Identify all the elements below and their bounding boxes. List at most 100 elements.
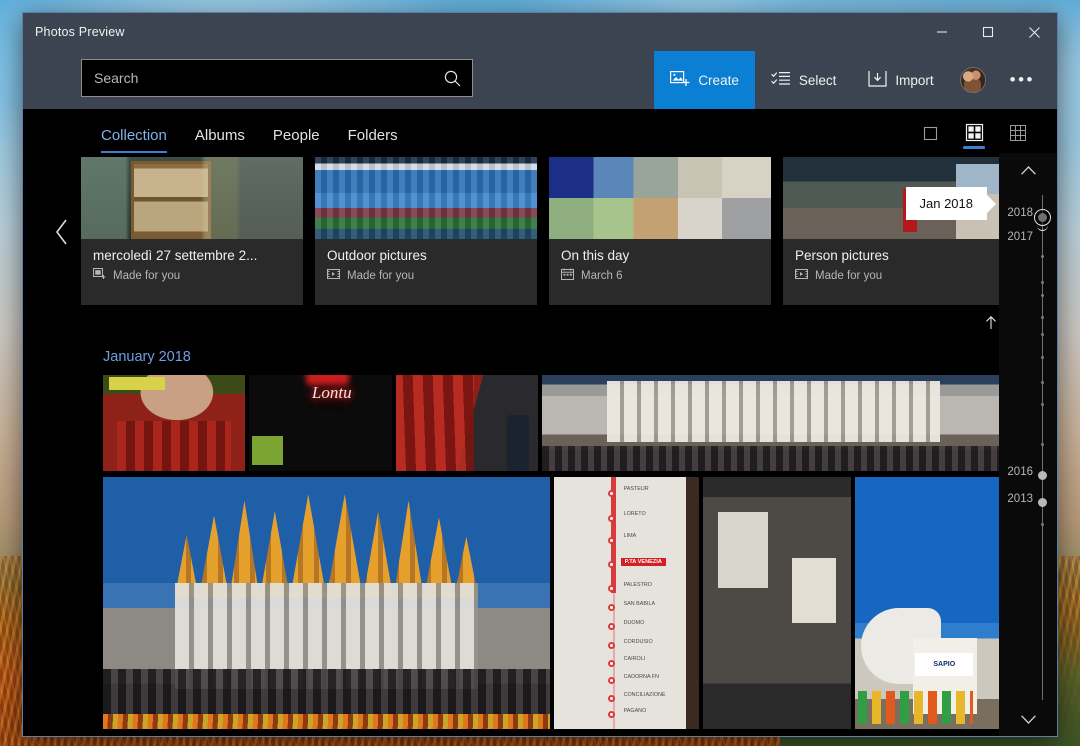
timeline-tick — [1041, 294, 1044, 297]
chevron-up-icon — [984, 315, 998, 333]
memory-thumbnail — [549, 157, 771, 239]
memory-meta: On this day March 6 — [549, 239, 771, 283]
timeline-tick — [1041, 523, 1044, 526]
small-grid-view-toggle[interactable] — [1003, 124, 1033, 149]
crowd — [103, 668, 550, 714]
memory-title: On this day — [561, 248, 630, 263]
single-view-toggle[interactable] — [915, 125, 945, 149]
timeline-tick — [1041, 333, 1044, 336]
timeline-tick — [1041, 281, 1044, 284]
photo-thumbnail[interactable] — [103, 477, 550, 729]
memory-card[interactable]: Outdoor pictures Made for you — [315, 157, 537, 305]
memory-card[interactable]: mercoledì 27 settembre 2... Made for you — [81, 157, 303, 305]
timeline-year-label: 2017 — [1007, 231, 1033, 243]
photo-thumbnail[interactable] — [103, 375, 245, 471]
metro-station-label: SAN BABILA — [623, 600, 656, 607]
photo-thumbnail[interactable]: PASTEUR LORETO LIMA P.TA VENEZIA PALESTR… — [554, 477, 699, 729]
import-icon — [868, 70, 887, 91]
calendar-icon — [561, 268, 574, 283]
metro-station-label: CADORNA FN — [623, 674, 659, 681]
photo-edge — [685, 477, 699, 729]
metro-station-highlight: P.TA VENEZIA — [620, 557, 666, 566]
memory-card[interactable]: On this day March 6 — [549, 157, 771, 305]
search-box[interactable] — [81, 59, 473, 97]
video-icon — [327, 268, 340, 283]
memory-cards: mercoledì 27 settembre 2... Made for you… — [81, 157, 1005, 305]
timeline-track[interactable]: 2018 2017 2016 2013 — [999, 181, 1057, 708]
timeline-line — [1042, 195, 1043, 700]
timeline-tick — [1041, 255, 1044, 258]
timeline-tick — [1041, 403, 1044, 406]
create-icon — [670, 70, 690, 91]
memory-meta: Outdoor pictures Made for you — [315, 239, 537, 283]
more-options-button[interactable]: ••• — [996, 51, 1049, 109]
medium-grid-view-toggle[interactable] — [959, 123, 989, 149]
memory-subtitle: Made for you — [815, 269, 883, 282]
minimize-button[interactable] — [919, 13, 965, 51]
timeline-scrollbar[interactable]: 2018 2017 2016 2013 — [999, 153, 1057, 736]
photo-grid: PASTEUR LORETO LIMA P.TA VENEZIA PALESTR… — [103, 375, 1025, 735]
tab-people[interactable]: People — [273, 127, 320, 153]
search-icon[interactable] — [432, 69, 472, 88]
account-avatar[interactable] — [959, 67, 986, 93]
nav-tabs: Collection Albums People Folders — [101, 127, 398, 153]
timeline-year-label: 2013 — [1007, 493, 1033, 505]
tab-collection[interactable]: Collection — [101, 127, 167, 153]
timeline-tick — [1041, 381, 1044, 384]
memory-meta: Person pictures Made for you — [783, 239, 1005, 283]
memory-thumbnail — [315, 157, 537, 239]
scroll-down-button[interactable] — [1020, 708, 1037, 730]
memory-thumbnail — [81, 157, 303, 239]
select-label: Select — [798, 72, 837, 88]
flower-bed — [103, 713, 550, 729]
timeline-thumb[interactable] — [1034, 209, 1051, 231]
photo-thumbnail[interactable] — [542, 375, 1005, 471]
maximize-button[interactable] — [965, 13, 1011, 51]
memory-card[interactable]: Person pictures Made for you — [783, 157, 1005, 305]
tab-albums[interactable]: Albums — [195, 127, 245, 153]
metro-station-label: LIMA — [623, 533, 637, 540]
photo-thumbnail[interactable] — [703, 477, 851, 729]
metro-station-label: PAGANO — [623, 708, 647, 715]
photo-thumbnail[interactable]: SAPIO — [855, 477, 999, 729]
metro-station-label: CONCILIAZIONE — [623, 691, 666, 698]
photo-thumbnail[interactable] — [396, 375, 538, 471]
metro-station-label: PASTEUR — [623, 485, 649, 492]
command-bar: Create Select — [23, 51, 1057, 109]
memory-subtitle: Made for you — [113, 269, 181, 282]
memory-subtitle-row: Made for you — [93, 268, 291, 283]
search-input[interactable] — [82, 70, 432, 86]
scroll-up-button[interactable] — [1020, 159, 1037, 181]
neon-sign-glow — [251, 436, 284, 466]
metro-station-label: CAIROLI — [623, 656, 646, 663]
month-header[interactable]: January 2018 — [103, 349, 191, 365]
tab-folders[interactable]: Folders — [348, 127, 398, 153]
memory-subtitle-row: March 6 — [561, 268, 759, 283]
select-button[interactable]: Select — [755, 51, 853, 109]
photos-app-window: Photos Preview Search Create Select Impo… — [22, 12, 1058, 737]
photo-thumbnail[interactable] — [249, 375, 392, 471]
photo-row — [103, 375, 1025, 471]
metro-station-label: DUOMO — [623, 619, 645, 626]
timeline-tick — [1038, 498, 1047, 507]
timeline-year-label: 2016 — [1007, 466, 1033, 478]
timeline-tick — [1041, 356, 1044, 359]
app-title: Photos Preview — [35, 25, 125, 39]
content-area: mercoledì 27 settembre 2... Made for you… — [23, 153, 1057, 736]
video-icon — [795, 268, 808, 283]
title-bar: Photos Preview — [23, 13, 1057, 51]
memories-strip: mercoledì 27 settembre 2... Made for you… — [23, 153, 1035, 313]
command-actions: Create Select Import ••• — [654, 51, 1049, 109]
create-button[interactable]: Create — [654, 51, 755, 109]
view-toggle-group — [915, 123, 1033, 149]
memory-subtitle: March 6 — [581, 269, 623, 282]
memories-prev-arrow[interactable] — [45, 209, 79, 255]
desktop-background: Photos Preview Search Create Select Impo… — [0, 0, 1080, 746]
import-button[interactable]: Import — [852, 51, 949, 109]
photo-row: PASTEUR LORETO LIMA P.TA VENEZIA PALESTR… — [103, 477, 1025, 729]
close-button[interactable] — [1011, 13, 1057, 51]
scroll-date-tooltip: Jan 2018 — [905, 187, 987, 220]
metro-station-label: PALESTRO — [623, 581, 652, 588]
create-label: Create — [698, 72, 739, 88]
tanker-brand: SAPIO — [915, 653, 974, 677]
